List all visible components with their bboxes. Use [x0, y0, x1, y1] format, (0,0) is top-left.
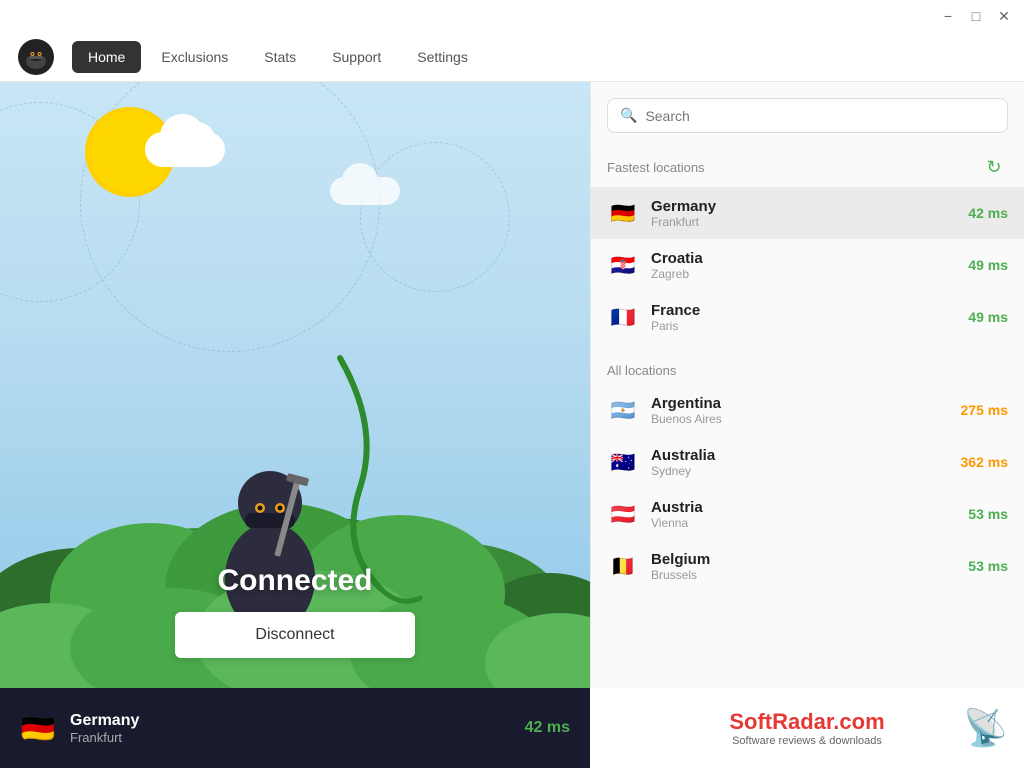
location-info-croatia: Croatia Zagreb: [651, 250, 956, 281]
location-info-austria: Austria Vienna: [651, 499, 956, 530]
watermark-subtitle: Software reviews & downloads: [732, 735, 882, 747]
location-city-germany: Frankfurt: [651, 215, 956, 229]
fastest-locations-header: Fastest locations ↻: [591, 141, 1024, 187]
disconnect-button[interactable]: Disconnect: [175, 612, 415, 658]
refresh-button[interactable]: ↻: [980, 153, 1008, 181]
location-name-australia: Australia: [651, 447, 949, 464]
ping-austria: 53 ms: [968, 506, 1008, 522]
flag-croatia: 🇭🇷: [607, 249, 639, 281]
search-box[interactable]: 🔍: [607, 98, 1008, 133]
search-container: 🔍: [591, 82, 1024, 141]
location-name-croatia: Croatia: [651, 250, 956, 267]
flag-argentina: 🇦🇷: [607, 394, 639, 426]
location-name-belgium: Belgium: [651, 551, 956, 568]
location-item-austria[interactable]: 🇦🇹 Austria Vienna 53 ms: [591, 488, 1024, 540]
flag-austria: 🇦🇹: [607, 498, 639, 530]
location-item-croatia[interactable]: 🇭🇷 Croatia Zagreb 49 ms: [591, 239, 1024, 291]
location-item-australia[interactable]: 🇦🇺 Australia Sydney 362 ms: [591, 436, 1024, 488]
fastest-locations-title: Fastest locations: [607, 160, 705, 175]
location-city-australia: Sydney: [651, 464, 949, 478]
ping-croatia: 49 ms: [968, 257, 1008, 273]
maximize-button[interactable]: □: [964, 4, 988, 28]
location-item-germany[interactable]: 🇩🇪 Germany Frankfurt 42 ms: [591, 187, 1024, 239]
nav-stats[interactable]: Stats: [248, 41, 312, 73]
location-city-argentina: Buenos Aires: [651, 412, 949, 426]
status-flag: 🇩🇪: [20, 710, 56, 746]
flag-belgium: 🇧🇪: [607, 550, 639, 582]
cloud-2: [330, 177, 400, 205]
main-panel: Connected Disconnect 🇩🇪 Germany Frankfur…: [0, 82, 590, 768]
status-bar: 🇩🇪 Germany Frankfurt 42 ms: [0, 688, 590, 768]
flag-germany: 🇩🇪: [607, 197, 639, 229]
nav-exclusions[interactable]: Exclusions: [145, 41, 244, 73]
ping-france: 49 ms: [968, 309, 1008, 325]
nav-bar: Home Exclusions Stats Support Settings: [0, 32, 1024, 82]
status-country-info: Germany Frankfurt: [70, 712, 511, 745]
search-icon: 🔍: [620, 107, 637, 124]
all-locations-header: All locations: [591, 351, 1024, 384]
location-info-argentina: Argentina Buenos Aires: [651, 395, 949, 426]
location-city-belgium: Brussels: [651, 568, 956, 582]
deco-circle-3: [360, 142, 510, 292]
ping-argentina: 275 ms: [961, 402, 1008, 418]
nav-support[interactable]: Support: [316, 41, 397, 73]
flag-france: 🇫🇷: [607, 301, 639, 333]
location-info-france: France Paris: [651, 302, 956, 333]
status-ping: 42 ms: [525, 719, 570, 737]
nav-settings[interactable]: Settings: [401, 41, 484, 73]
minimize-button[interactable]: −: [936, 4, 960, 28]
location-name-germany: Germany: [651, 198, 956, 215]
ping-australia: 362 ms: [961, 454, 1008, 470]
location-item-belgium[interactable]: 🇧🇪 Belgium Brussels 53 ms: [591, 540, 1024, 592]
watermark-icon: 📡: [963, 707, 1008, 749]
flag-australia: 🇦🇺: [607, 446, 639, 478]
title-bar: − □ ✕: [0, 0, 1024, 32]
location-item-argentina[interactable]: 🇦🇷 Argentina Buenos Aires 275 ms: [591, 384, 1024, 436]
watermark-title: SoftRadar.com: [729, 709, 884, 735]
ping-germany: 42 ms: [968, 205, 1008, 221]
location-name-france: France: [651, 302, 956, 319]
cloud-1: [145, 132, 225, 167]
all-locations-title: All locations: [607, 363, 676, 378]
status-city: Frankfurt: [70, 730, 511, 745]
location-info-belgium: Belgium Brussels: [651, 551, 956, 582]
location-info-australia: Australia Sydney: [651, 447, 949, 478]
ping-belgium: 53 ms: [968, 558, 1008, 574]
search-input[interactable]: [645, 108, 995, 124]
connection-status-label: Connected: [217, 564, 372, 598]
status-country-name: Germany: [70, 712, 511, 730]
location-name-argentina: Argentina: [651, 395, 949, 412]
watermark: SoftRadar.com Software reviews & downloa…: [590, 688, 1024, 768]
location-name-austria: Austria: [651, 499, 956, 516]
location-city-croatia: Zagreb: [651, 267, 956, 281]
app-logo: [16, 37, 56, 77]
location-item-france[interactable]: 🇫🇷 France Paris 49 ms: [591, 291, 1024, 343]
close-button[interactable]: ✕: [992, 4, 1016, 28]
nav-home[interactable]: Home: [72, 41, 141, 73]
location-city-france: Paris: [651, 319, 956, 333]
right-panel: 🔍 Fastest locations ↻ 🇩🇪 Germany Frankfu…: [590, 82, 1024, 768]
location-info-germany: Germany Frankfurt: [651, 198, 956, 229]
location-city-austria: Vienna: [651, 516, 956, 530]
